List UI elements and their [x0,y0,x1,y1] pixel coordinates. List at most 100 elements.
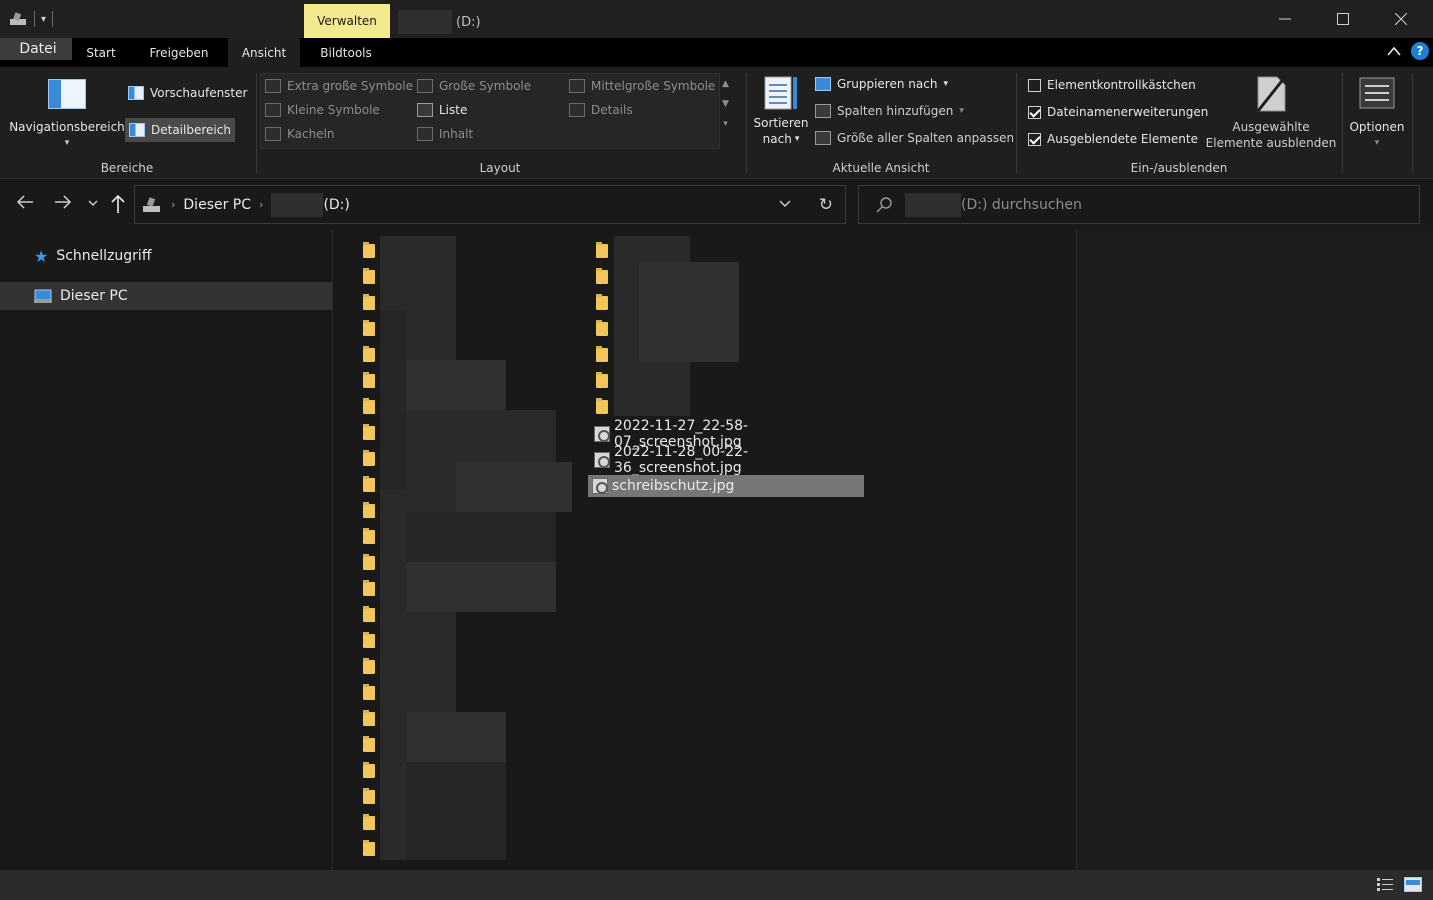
folder-icon[interactable] [596,320,608,336]
checkbox-dateinamenerweiterungen[interactable]: Dateinamenerweiterungen [1028,105,1208,119]
folder-icon[interactable] [363,658,375,674]
spalten-hinzufuegen-button[interactable]: Spalten hinzufügen ▾ [815,104,964,118]
up-button[interactable] [110,194,126,218]
list-icon [417,103,433,117]
tab-bildtools[interactable]: Bildtools [306,38,386,67]
folder-icon[interactable] [363,320,375,336]
folder-icon[interactable] [363,502,375,518]
spaltengroesse-anpassen-button[interactable]: Größe aller Spalten anpassen [815,131,1014,145]
layout-item-label: Kacheln [287,127,335,141]
breadcrumb-dieser-pc[interactable]: Dieser PC [183,197,251,213]
file-item[interactable]: 2022-11-28_00-22-36_screenshot.jpg [590,444,866,476]
folder-icon[interactable] [363,580,375,596]
file-item-selected[interactable]: schreibschutz.jpg [588,475,864,497]
folder-icon[interactable] [363,814,375,830]
search-box[interactable]: (D:) durchsuchen [858,185,1420,224]
address-history-button[interactable] [779,198,791,212]
folder-icon[interactable] [363,762,375,778]
folder-icon[interactable] [363,736,375,752]
back-button[interactable] [16,194,34,214]
layout-liste[interactable]: Liste [417,103,467,117]
drive-icon[interactable] [8,11,28,27]
folder-icon[interactable] [596,294,608,310]
window-title: (D:) [398,10,481,34]
optionen-label: Optionen [1349,120,1405,134]
folder-icon[interactable] [596,242,608,258]
breadcrumb-separator-icon[interactable]: › [259,198,263,211]
layout-inhalt[interactable]: Inhalt [417,127,473,141]
large-icons-view-icon[interactable] [1404,877,1422,892]
folder-icon[interactable] [596,398,608,414]
expand-gallery-icon[interactable]: ▾ [723,119,728,129]
group-label-bereiche: Bereiche [100,161,154,175]
folder-icon[interactable] [363,242,375,258]
close-icon [1395,13,1407,25]
recent-locations-button[interactable] [88,196,98,210]
checkbox-box[interactable] [1028,132,1041,146]
folder-icon[interactable] [363,710,375,726]
optionen-button[interactable]: Optionen ▾ [1346,77,1408,151]
folder-icon[interactable] [363,424,375,440]
tab-datei[interactable]: Datei [0,38,72,60]
ausgewaehlte-ausblenden-button[interactable]: Ausgewählte Elemente ausblenden [1204,75,1338,151]
forward-button[interactable] [54,194,72,214]
maximize-button[interactable] [1314,0,1372,38]
folder-icon[interactable] [363,606,375,622]
folder-icon[interactable] [363,294,375,310]
layout-item-label: Inhalt [439,127,474,141]
tab-ansicht[interactable]: Ansicht [228,38,300,67]
layout-scroll[interactable]: ▲ ▼ ▾ [722,79,729,129]
folder-icon[interactable] [363,372,375,388]
customize-toolbar-icon[interactable]: ▾ [41,14,46,25]
layout-mittelgrosse-symbole[interactable]: Mittelgroße Symbole [569,79,715,93]
layout-kleine-symbole[interactable]: Kleine Symbole [265,103,380,117]
minimize-button[interactable] [1256,0,1314,38]
gruppieren-button[interactable]: Gruppieren nach ▾ [815,77,948,91]
folder-icon[interactable] [363,840,375,856]
layout-grosse-symbole[interactable]: Große Symbole [417,79,531,93]
tab-freigeben[interactable]: Freigeben [136,38,222,67]
refresh-icon[interactable]: ↻ [819,195,833,215]
layout-details[interactable]: Details [569,103,633,117]
checkbox-box[interactable] [1028,105,1041,119]
breadcrumb-separator-icon[interactable]: › [171,198,175,211]
help-icon[interactable]: ? [1411,42,1429,60]
folder-icon[interactable] [363,684,375,700]
folder-icon[interactable] [363,346,375,362]
folder-icon[interactable] [363,528,375,544]
window-title-text: (D:) [456,14,481,30]
folder-icon[interactable] [363,450,375,466]
folder-icon[interactable] [596,268,608,284]
layout-kacheln[interactable]: Kacheln [265,127,335,141]
layout-extra-grosse-symbole[interactable]: Extra große Symbole [265,79,413,93]
file-item[interactable]: 2022-11-27_22-58-07_screenshot.jpg [590,418,866,450]
nav-item-dieser-pc[interactable]: Dieser PC [0,282,332,310]
scroll-up-icon[interactable]: ▲ [722,79,729,89]
folder-icon[interactable] [363,788,375,804]
folder-icon[interactable] [596,346,608,362]
details-view-icon[interactable] [1376,877,1394,892]
checkbox-box[interactable] [1028,78,1041,92]
redacted-block [639,262,739,362]
vorschaufenster-button[interactable]: Vorschaufenster [128,86,247,100]
group-by-icon [815,77,831,91]
folder-icon[interactable] [596,372,608,388]
folder-icon[interactable] [363,398,375,414]
checkbox-elementkontrollkaestchen[interactable]: Elementkontrollkästchen [1028,78,1196,92]
folder-icon[interactable] [363,476,375,492]
detailbereich-button[interactable]: Detailbereich [125,118,235,142]
breadcrumb-drive[interactable]: (D:) [323,197,349,213]
close-button[interactable] [1372,0,1430,38]
checkbox-ausgeblendete-elemente[interactable]: Ausgeblendete Elemente [1028,132,1198,146]
address-bar[interactable]: › Dieser PC › (D:) ↻ [134,185,846,224]
nav-item-schnellzugriff[interactable]: ★ Schnellzugriff [0,242,332,270]
tab-start[interactable]: Start [72,38,130,67]
scroll-down-icon[interactable]: ▼ [722,99,729,109]
collapse-ribbon-icon[interactable] [1387,46,1401,56]
folder-icon[interactable] [363,268,375,284]
folder-icon[interactable] [363,554,375,570]
sortieren-button[interactable]: Sortieren nach ▾ [752,75,810,147]
navigationsbereich-button[interactable]: Navigationsbereich ▾ [8,79,126,151]
context-tab-verwalten[interactable]: Verwalten [304,4,390,38]
folder-icon[interactable] [363,632,375,648]
